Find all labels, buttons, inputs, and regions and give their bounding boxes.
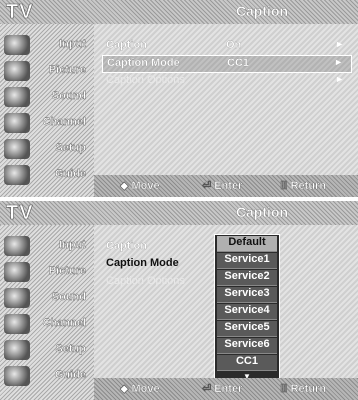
move-icon: ◆ (120, 383, 129, 395)
return-hint-label: Return (290, 383, 327, 395)
caption-mode-dropdown[interactable]: Default Service1 Service2 Service3 Servi… (214, 234, 280, 382)
dropdown-option[interactable]: Service2 (217, 270, 277, 286)
sidebar-item-setup[interactable]: Setup (0, 337, 92, 363)
arrow-right-icon: ► (334, 57, 343, 67)
top-bar: TV Caption (0, 0, 358, 24)
picture-icon (4, 61, 30, 81)
dropdown-option[interactable]: Service3 (217, 287, 277, 303)
enter-icon: ⏎ (202, 180, 212, 192)
return-icon: Ⅲ (280, 180, 288, 192)
sidebar-item-guide[interactable]: Guide (0, 162, 92, 188)
sidebar-item-setup[interactable]: Setup (0, 136, 92, 162)
menu-content: Caption Caption Mode Caption Options Def… (94, 225, 358, 382)
setup-icon (4, 340, 30, 360)
sidebar-item-channel[interactable]: Channel (0, 311, 92, 337)
arrow-right-icon: ► (335, 74, 344, 84)
menu-item-caption-mode[interactable]: Caption Mode CC1 ► (102, 55, 352, 73)
bottom-hint-bar: ◆ Move ⏎ Enter Ⅲ Return (94, 378, 358, 400)
menu-item-label: Caption Options (106, 275, 185, 287)
enter-hint: ⏎ Enter (202, 179, 243, 192)
input-icon (4, 236, 30, 256)
sidebar-item-input[interactable]: Input (0, 233, 92, 259)
sidebar-item-picture[interactable]: Picture (0, 58, 92, 84)
move-hint: ◆ Move (120, 382, 160, 395)
dropdown-option[interactable]: Service5 (217, 321, 277, 337)
sound-icon (4, 288, 30, 308)
arrow-right-icon: ► (335, 39, 344, 49)
dropdown-option[interactable]: Service6 (217, 338, 277, 354)
return-hint-label: Return (290, 180, 327, 192)
sound-icon (4, 87, 30, 107)
sidebar-item-label: Picture (48, 265, 87, 277)
channel-icon (4, 314, 30, 334)
sidebar-item-label: Input (59, 38, 86, 50)
sidebar-item-sound[interactable]: Sound (0, 84, 92, 110)
sidebar-item-label: Guide (54, 168, 87, 180)
guide-icon (4, 366, 30, 386)
enter-icon: ⏎ (202, 383, 212, 395)
tv-label: TV (6, 1, 34, 24)
dropdown-option[interactable]: Service4 (217, 304, 277, 320)
setup-icon (4, 139, 30, 159)
channel-icon (4, 113, 30, 133)
sidebar-item-input[interactable]: Input (0, 32, 92, 58)
menu-item-label: Caption (106, 240, 147, 252)
sidebar-item-label: Guide (54, 369, 87, 381)
return-hint: Ⅲ Return (280, 179, 326, 192)
move-hint-label: Move (131, 180, 160, 192)
return-icon: Ⅲ (280, 383, 288, 395)
sidebar-item-label: Sound (51, 90, 87, 102)
tv-menu-screen-2: TV Caption Input Picture Sound Channel S… (0, 201, 358, 400)
tv-menu-screen-1: TV Caption Input Picture Sound Channel S… (0, 0, 358, 197)
move-hint-label: Move (131, 383, 160, 395)
dropdown-option[interactable]: Default (217, 236, 277, 252)
dropdown-option[interactable]: Service1 (217, 253, 277, 269)
dropdown-option[interactable]: CC1 (217, 355, 277, 371)
sidebar-item-guide[interactable]: Guide (0, 363, 92, 389)
menu-item-label: Caption Mode (107, 57, 180, 69)
menu-item-label: Caption (106, 39, 147, 51)
move-icon: ◆ (120, 180, 129, 192)
enter-hint-label: Enter (214, 383, 243, 395)
move-hint: ◆ Move (120, 179, 160, 192)
sidebar: Input Picture Sound Channel Setup Guide (0, 225, 94, 400)
enter-hint: ⏎ Enter (202, 382, 243, 395)
bottom-hint-bar: ◆ Move ⏎ Enter Ⅲ Return (94, 175, 358, 197)
sidebar-item-label: Picture (48, 64, 87, 76)
guide-icon (4, 165, 30, 185)
menu-content: Caption On ► Caption Mode CC1 ► Caption … (94, 24, 358, 175)
menu-item-value: CC1 (227, 57, 250, 69)
tv-label: TV (6, 202, 34, 225)
sidebar-item-label: Setup (55, 343, 86, 355)
sidebar-item-label: Channel (42, 317, 86, 329)
sidebar-item-label: Input (59, 239, 86, 251)
menu-title: Caption (235, 204, 289, 220)
menu-item-label: Caption Options (106, 74, 185, 86)
sidebar-item-label: Sound (51, 291, 87, 303)
menu-item-value: On (226, 39, 242, 51)
return-hint: Ⅲ Return (280, 382, 326, 395)
sidebar-item-picture[interactable]: Picture (0, 259, 92, 285)
menu-item-caption[interactable]: Caption On ► (102, 38, 352, 54)
top-bar: TV Caption (0, 201, 358, 225)
enter-hint-label: Enter (214, 180, 243, 192)
sidebar-item-sound[interactable]: Sound (0, 285, 92, 311)
sidebar-item-label: Channel (42, 116, 86, 128)
input-icon (4, 35, 30, 55)
picture-icon (4, 262, 30, 282)
menu-item-label: Caption Mode (106, 257, 179, 269)
sidebar-item-channel[interactable]: Channel (0, 110, 92, 136)
menu-item-caption-options[interactable]: Caption Options ► (102, 73, 352, 89)
sidebar: Input Picture Sound Channel Setup Guide (0, 24, 94, 197)
menu-title: Caption (235, 3, 289, 19)
sidebar-item-label: Setup (55, 142, 86, 154)
